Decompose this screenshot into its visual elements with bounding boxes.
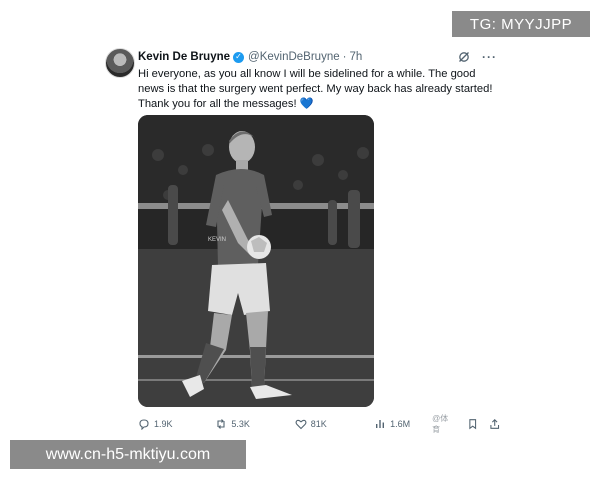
views-count: 1.6M xyxy=(390,419,411,429)
bookmark-icon[interactable] xyxy=(467,418,478,430)
views-icon xyxy=(376,420,385,428)
source-watermark: @体育 xyxy=(432,414,449,434)
share-icon[interactable] xyxy=(489,418,500,430)
repost-icon xyxy=(217,419,225,429)
tweet-actions: 1.9K 5.3K 81K 1.6M @体育 xyxy=(138,414,500,434)
photo-illustration: KEVIN xyxy=(138,115,374,407)
repost-count: 5.3K xyxy=(231,419,250,429)
reply-icon xyxy=(139,419,149,430)
separator-dot: · xyxy=(342,51,347,63)
tweet-text: Hi everyone, as you all know I will be s… xyxy=(138,67,500,112)
views-action[interactable]: 1.6M xyxy=(374,418,432,430)
tweet-card: Kevin De Bruyne ✓ @KevinDeBruyne · 7h ··… xyxy=(95,38,505,436)
like-action[interactable]: 81K xyxy=(295,418,374,430)
author-handle[interactable]: @KevinDeBruyne xyxy=(248,51,340,63)
jersey-text: KEVIN xyxy=(208,237,226,243)
blue-heart-emoji: 💙 xyxy=(299,98,314,110)
repost-action[interactable]: 5.3K xyxy=(215,418,294,430)
heart-icon xyxy=(295,419,307,430)
tweet-header: Kevin De Bruyne ✓ @KevinDeBruyne · 7h ··… xyxy=(138,49,497,65)
tweet-body: Hi everyone, as you all know I will be s… xyxy=(138,68,493,110)
reply-count: 1.9K xyxy=(154,419,173,429)
grok-icon[interactable] xyxy=(458,51,470,63)
avatar[interactable] xyxy=(105,48,135,78)
reply-action[interactable]: 1.9K xyxy=(138,418,215,430)
more-options-icon[interactable]: ··· xyxy=(482,50,497,64)
like-count: 81K xyxy=(310,419,327,429)
author-name[interactable]: Kevin De Bruyne xyxy=(138,51,230,63)
verified-badge-icon: ✓ xyxy=(233,51,245,63)
tweet-photo[interactable]: KEVIN xyxy=(138,115,374,407)
tg-watermark-badge: TG: MYYJJPP xyxy=(452,11,590,37)
url-watermark-banner: www.cn-h5-mktiyu.com xyxy=(10,440,246,469)
timestamp[interactable]: 7h xyxy=(349,51,362,63)
